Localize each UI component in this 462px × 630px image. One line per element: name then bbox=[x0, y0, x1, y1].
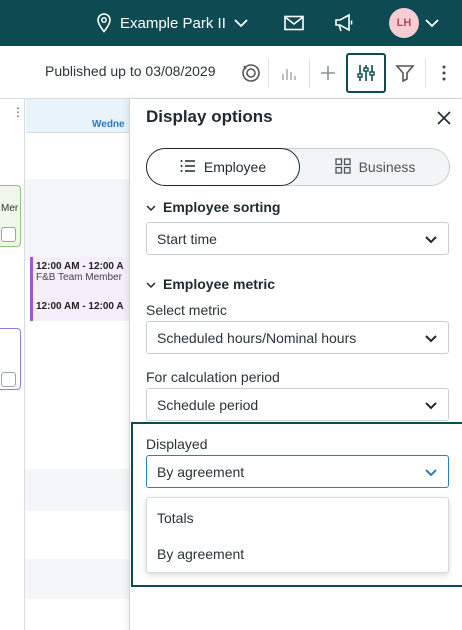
location-pin-icon bbox=[96, 13, 112, 33]
shift-checkbox[interactable] bbox=[1, 372, 16, 387]
top-bar: Example Park II LH bbox=[0, 0, 462, 46]
close-icon[interactable] bbox=[434, 108, 454, 128]
select-value: Start time bbox=[157, 231, 217, 247]
avatar[interactable]: LH bbox=[389, 8, 419, 38]
employee-sorting-select[interactable]: Start time bbox=[146, 222, 449, 255]
select-value: Scheduled hours/Nominal hours bbox=[157, 330, 357, 346]
employee-toggle-button[interactable]: Employee bbox=[146, 148, 300, 186]
shift-time: 12:00 AM - 12:00 A bbox=[36, 261, 124, 272]
employee-toggle-label: Employee bbox=[203, 159, 267, 175]
business-toggle-button[interactable]: Business bbox=[300, 148, 450, 186]
published-label: Published up to 03/08/2029 bbox=[45, 63, 216, 79]
more-icon[interactable]: ⋮ bbox=[12, 105, 24, 119]
shift-event[interactable]: 12:00 AM - 12:00 A bbox=[30, 297, 130, 321]
select-value: By agreement bbox=[157, 464, 245, 480]
list-icon bbox=[180, 159, 196, 176]
shift-checkbox[interactable] bbox=[1, 227, 16, 242]
mail-icon[interactable] bbox=[283, 12, 305, 34]
shift-card-label: Mer bbox=[1, 203, 19, 214]
history-icon[interactable] bbox=[233, 55, 269, 91]
section-heading: Employee metric bbox=[163, 276, 276, 292]
toolbar-divider bbox=[268, 58, 269, 88]
select-value: Schedule period bbox=[157, 397, 259, 413]
display-options-panel: Display options Employee Business Employ… bbox=[129, 99, 462, 630]
chevron-down-icon bbox=[424, 233, 438, 247]
schedule-grid: ⋮ Wedne Mer 12:00 AM - 12:00 A F&B Team … bbox=[0, 99, 130, 630]
sliders-icon[interactable] bbox=[346, 53, 386, 93]
employee-metric-section-toggle[interactable]: Employee metric bbox=[146, 276, 275, 292]
shift-time: 12:00 AM - 12:00 A bbox=[36, 301, 124, 312]
chevron-down-icon bbox=[146, 199, 156, 215]
chevron-down-icon bbox=[424, 332, 438, 346]
chart-icon[interactable] bbox=[271, 55, 307, 91]
displayed-dropdown-menu: Totals By agreement bbox=[146, 497, 449, 573]
dropdown-option-by-agreement[interactable]: By agreement bbox=[157, 546, 244, 562]
megaphone-icon[interactable] bbox=[333, 12, 355, 34]
panel-title: Display options bbox=[146, 107, 273, 126]
select-metric-select[interactable]: Scheduled hours/Nominal hours bbox=[146, 321, 449, 354]
location-name: Example Park II bbox=[120, 14, 226, 32]
location-selector[interactable]: Example Park II bbox=[96, 0, 248, 46]
chevron-down-icon bbox=[424, 399, 438, 413]
select-metric-label: Select metric bbox=[146, 302, 227, 318]
business-toggle-label: Business bbox=[358, 159, 416, 175]
filter-icon[interactable] bbox=[387, 55, 423, 91]
more-icon[interactable] bbox=[426, 55, 462, 91]
shift-event[interactable]: 12:00 AM - 12:00 A F&B Team Member bbox=[30, 257, 130, 297]
chevron-down-icon bbox=[146, 276, 156, 292]
view-toggle: Employee Business bbox=[146, 148, 450, 186]
displayed-select[interactable]: By agreement bbox=[146, 455, 449, 488]
day-header: Wedne bbox=[26, 99, 130, 133]
grid-icon bbox=[334, 157, 351, 177]
day-header-label: Wedne bbox=[92, 119, 125, 130]
section-heading: Employee sorting bbox=[163, 199, 281, 215]
chevron-down-icon[interactable] bbox=[421, 12, 443, 34]
chevron-down-icon bbox=[424, 466, 438, 480]
calc-period-select[interactable]: Schedule period bbox=[146, 388, 449, 421]
dropdown-option-totals[interactable]: Totals bbox=[157, 510, 194, 526]
employee-sorting-section-toggle[interactable]: Employee sorting bbox=[146, 199, 280, 215]
add-icon[interactable] bbox=[310, 55, 346, 91]
shift-role: F&B Team Member bbox=[36, 272, 122, 283]
chevron-down-icon bbox=[234, 18, 248, 28]
toolbar: Published up to 03/08/2029 bbox=[0, 46, 462, 99]
displayed-label: Displayed bbox=[146, 436, 208, 452]
calc-period-label: For calculation period bbox=[146, 369, 280, 385]
